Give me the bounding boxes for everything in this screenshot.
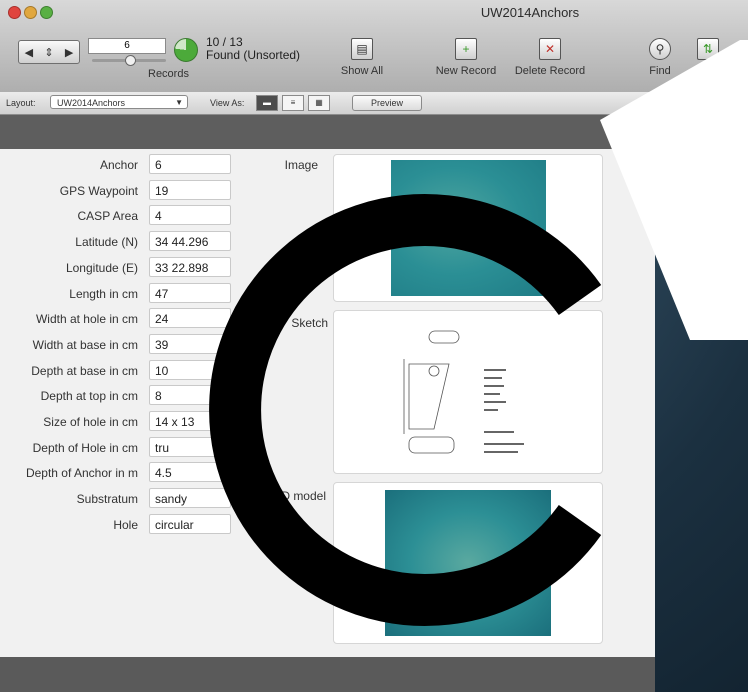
field-label: Depth at top in cm (40, 389, 138, 404)
model-container[interactable] (333, 482, 603, 644)
new-record-button[interactable]: + New Record (430, 38, 502, 77)
field-value-input[interactable]: 14 x 13 (149, 411, 231, 431)
field-value-input[interactable]: 47 (149, 282, 231, 303)
field-label: Depth of Anchor in m (25, 466, 138, 481)
show-all-button[interactable]: ▤ Show All (336, 38, 388, 77)
new-record-label: New Record (435, 65, 497, 77)
sketch-label: Sketch (291, 316, 328, 330)
found-count: 10 / 13 Found (Unsorted) (206, 36, 300, 62)
field-label: Substratum (76, 492, 138, 507)
delete-record-icon: ✕ (539, 38, 561, 60)
field-value-input[interactable]: 4.5 (149, 462, 231, 483)
field-value-input[interactable]: 6 (149, 154, 231, 174)
previous-record-icon[interactable]: ◀ (25, 46, 33, 59)
layout-select-value: UW2014Anchors (57, 98, 126, 108)
found-status: Found (Unsorted) (206, 48, 301, 62)
book-icon: ⇕ (44, 46, 54, 59)
found-set-pie-icon[interactable] (174, 38, 198, 62)
new-record-icon: + (455, 38, 477, 60)
magnifier-icon: ⚲ (649, 38, 671, 60)
field-value-input[interactable]: 8 (149, 385, 231, 406)
field-label: Length in cm (69, 286, 138, 301)
view-as-label: View As: (210, 98, 245, 108)
view-as-list-button[interactable]: ≡ (282, 95, 304, 111)
layout-select[interactable]: UW2014Anchors ▼ (50, 95, 188, 109)
field-value-input[interactable]: circular (149, 513, 231, 534)
delete-record-button[interactable]: ✕ Delete Record (508, 38, 592, 77)
minimize-window-button[interactable] (24, 6, 37, 19)
field-label: Anchor (99, 158, 138, 172)
field-label: Width at base in cm (32, 337, 138, 352)
show-all-icon: ▤ (351, 38, 373, 60)
find-button[interactable]: ⚲ Find (640, 38, 680, 77)
field-label: Size of hole in cm (43, 415, 138, 429)
field-label: Hole (113, 517, 138, 532)
window-toolbar: UW2014Anchors ◀ ⇕ ▶ 6 Records 10 / 13 Fo… (0, 0, 748, 93)
field-label: Depth of Hole in cm (32, 440, 138, 455)
image-container[interactable] (333, 154, 603, 302)
preview-button[interactable]: Preview (352, 95, 422, 111)
record-navigation[interactable]: ◀ ⇕ ▶ (18, 40, 80, 64)
current-record-input[interactable]: 6 (88, 38, 166, 54)
image-label: Image (284, 158, 318, 172)
field-label: GPS Waypoint (59, 183, 138, 198)
record-slider-thumb[interactable] (125, 55, 136, 66)
layout-header (0, 115, 655, 149)
field-value-input[interactable]: 4 (149, 205, 231, 226)
find-label: Find (649, 65, 671, 77)
field-value-input[interactable]: 24 (149, 308, 231, 329)
record-form: Anchor 6 GPS Waypoint 19 CASP Area 4 Latitude … (0, 149, 655, 657)
delete-record-label: Delete Record (514, 65, 586, 77)
sort-label: Sort (697, 65, 719, 77)
anchor-sketch-drawing (403, 330, 524, 454)
field-label: Latitude (N) (75, 235, 138, 250)
sketch-container[interactable] (333, 310, 603, 474)
next-record-icon[interactable]: ▶ (65, 46, 73, 59)
field-value-input[interactable]: 19 (149, 179, 231, 200)
window-title: UW2014Anchors (480, 5, 580, 20)
zoom-window-button[interactable] (40, 6, 53, 19)
field-value-input[interactable]: 10 (149, 359, 231, 380)
layout-label: Layout: (6, 98, 36, 108)
field-value-input[interactable]: tru (149, 436, 231, 457)
field-value-input[interactable]: sandy (149, 488, 231, 509)
close-window-button[interactable] (8, 6, 21, 19)
field-value-input[interactable]: 33 22.898 (149, 256, 231, 277)
field-label: Longitude (E) (65, 260, 138, 275)
model-label: 3D model (274, 489, 326, 503)
sort-icon: ⇅ (697, 38, 719, 60)
field-value-input[interactable]: 34 44.296 (149, 231, 231, 252)
field-value-input[interactable]: 39 (149, 333, 231, 354)
underwater-photo (391, 160, 546, 296)
3d-model-render (385, 490, 551, 636)
sort-button[interactable]: ⇅ Sort (690, 38, 726, 77)
layout-bar: Layout: UW2014Anchors ▼ View As: ▬ ≡ ▦ P… (0, 92, 748, 115)
field-label: Width at hole in cm (35, 312, 138, 327)
records-label: Records (148, 68, 189, 80)
layout-footer (0, 657, 655, 692)
field-label: CASP Area (77, 209, 138, 224)
show-all-label: Show All (340, 65, 384, 77)
chevron-down-icon: ▼ (175, 98, 183, 107)
view-as-form-button[interactable]: ▬ (256, 95, 278, 111)
field-label: Depth at base in cm (31, 363, 138, 378)
view-as-table-button[interactable]: ▦ (308, 95, 330, 111)
